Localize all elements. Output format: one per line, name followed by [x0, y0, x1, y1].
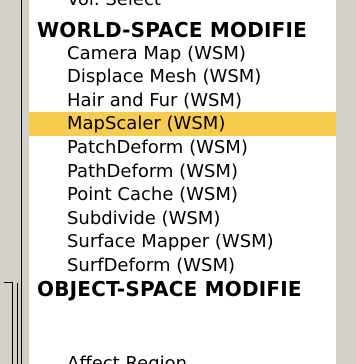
rail-line [21, 0, 22, 364]
scrollbar-gap [336, 0, 356, 364]
list-item-displace-mesh[interactable]: Displace Mesh (WSM) [29, 65, 336, 89]
partial-top-item[interactable]: Vol. Select [29, 0, 336, 12]
list-item-patchdeform[interactable]: PatchDeform (WSM) [29, 136, 336, 160]
left-rail [0, 0, 29, 364]
list-item-hair-and-fur[interactable]: Hair and Fur (WSM) [29, 89, 336, 113]
rail-tick [4, 282, 12, 283]
rail-line [17, 283, 18, 364]
list-item-surfdeform[interactable]: SurfDeform (WSM) [29, 254, 336, 278]
list-item-point-cache[interactable]: Point Cache (WSM) [29, 183, 336, 207]
category-world-space: WORLD-SPACE MODIFIE [37, 18, 308, 42]
rail-line [12, 282, 13, 364]
modifier-list[interactable]: Vol. Select WORLD-SPACE MODIFIE Camera M… [29, 0, 336, 364]
partial-bottom-item[interactable]: Affect Region [29, 352, 336, 364]
list-item-mapscaler[interactable]: MapScaler (WSM) [29, 112, 336, 136]
category-object-space: OBJECT-SPACE MODIFIE [37, 277, 302, 301]
list-item-camera-map[interactable]: Camera Map (WSM) [29, 42, 336, 66]
list-item-surface-mapper[interactable]: Surface Mapper (WSM) [29, 230, 336, 254]
list-item-subdivide[interactable]: Subdivide (WSM) [29, 207, 336, 231]
list-item-pathdeform[interactable]: PathDeform (WSM) [29, 160, 336, 184]
